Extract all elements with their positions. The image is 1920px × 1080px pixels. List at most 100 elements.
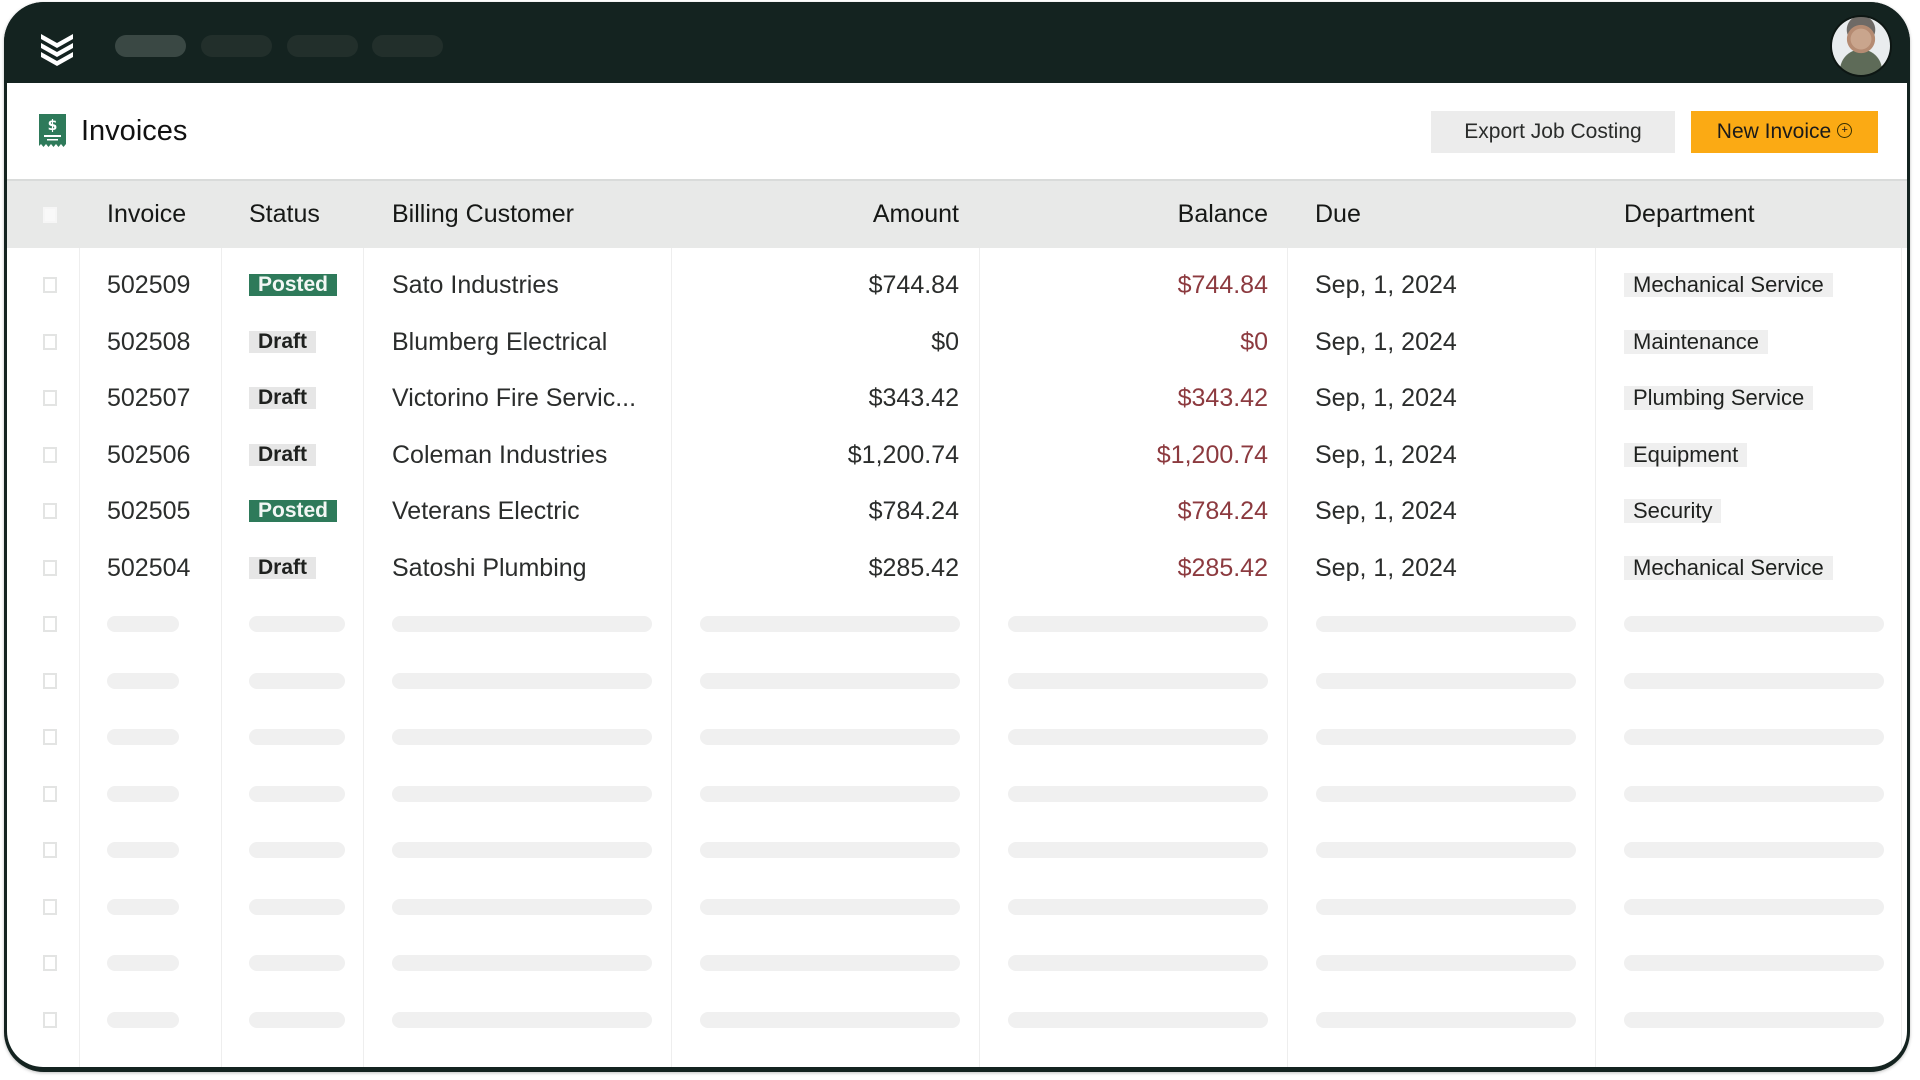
row-checkbox[interactable] bbox=[43, 277, 57, 293]
col-header-invoice[interactable]: Invoice bbox=[107, 181, 186, 248]
skeleton-row bbox=[7, 992, 1907, 1048]
table-row[interactable]: 502508 Draft Blumberg Electrical $0 $0 Sep, 1… bbox=[7, 314, 1907, 370]
invoice-number[interactable]: 502506 bbox=[107, 427, 190, 483]
row-checkbox[interactable] bbox=[43, 955, 57, 971]
department-tag: Plumbing Service bbox=[1624, 386, 1814, 411]
balance: $1,200.74 bbox=[1156, 440, 1268, 469]
department-cell: Mechanical Service bbox=[1624, 540, 1833, 596]
skeleton-placeholder bbox=[392, 729, 652, 745]
balance: $784.24 bbox=[1177, 497, 1268, 525]
status-cell: Posted bbox=[249, 483, 338, 539]
col-header-department[interactable]: Department bbox=[1624, 181, 1755, 248]
row-checkbox[interactable] bbox=[43, 1011, 57, 1028]
status-badge: Draft bbox=[249, 330, 317, 353]
row-checkbox[interactable] bbox=[43, 559, 57, 576]
nav-pill-1[interactable] bbox=[115, 35, 186, 57]
due-date: Sep, 1, 2024 bbox=[1315, 271, 1457, 299]
invoice-number[interactable]: 502504 bbox=[107, 540, 190, 596]
skeleton-row bbox=[7, 653, 1907, 709]
col-header-status[interactable]: Status bbox=[249, 181, 320, 248]
skeleton-placeholder bbox=[1316, 842, 1576, 858]
balance: $744.84 bbox=[1177, 271, 1268, 299]
skeleton-placeholder bbox=[1316, 785, 1576, 802]
row-checkbox[interactable] bbox=[43, 616, 57, 632]
skeleton-placeholder bbox=[1316, 616, 1576, 632]
row-checkbox[interactable] bbox=[43, 785, 57, 802]
billing-customer[interactable]: Blumberg Electrical bbox=[392, 314, 607, 370]
billing-customer[interactable]: Sato Industries bbox=[392, 257, 559, 313]
amount: $744.84 bbox=[868, 271, 959, 299]
skeleton-placeholder bbox=[1316, 729, 1576, 745]
nav-pill-3[interactable] bbox=[287, 35, 358, 57]
select-all-checkbox[interactable] bbox=[43, 207, 57, 223]
col-header-amount[interactable]: Amount bbox=[707, 181, 959, 248]
skeleton-placeholder bbox=[1008, 898, 1268, 915]
col-header-due[interactable]: Due bbox=[1315, 181, 1361, 248]
department-tag: Mechanical Service bbox=[1624, 555, 1833, 580]
export-job-costing-button[interactable]: Export Job Costing bbox=[1431, 111, 1675, 153]
skeleton-placeholder bbox=[392, 672, 652, 689]
top-nav-bar bbox=[4, 2, 1910, 83]
status-badge: Draft bbox=[249, 443, 317, 466]
row-checkbox[interactable] bbox=[43, 333, 57, 350]
nav-pill-2[interactable] bbox=[201, 35, 272, 57]
row-checkbox[interactable] bbox=[43, 898, 57, 915]
row-checkbox[interactable] bbox=[43, 390, 57, 406]
col-header-billing-customer[interactable]: Billing Customer bbox=[392, 181, 574, 248]
status-badge: Posted bbox=[249, 274, 338, 297]
table-row[interactable]: 502507 Draft Victorino Fire Servic... $343.… bbox=[7, 370, 1907, 426]
table-row[interactable]: 502504 Draft Satoshi Plumbing $285.42 $285.4… bbox=[7, 540, 1907, 596]
amount: $1,200.74 bbox=[847, 440, 959, 469]
skeleton-placeholder bbox=[1624, 672, 1884, 689]
status-badge: Draft bbox=[249, 387, 317, 410]
new-invoice-button[interactable]: New Invoice + bbox=[1691, 111, 1878, 153]
invoice-number[interactable]: 502505 bbox=[107, 483, 190, 539]
due-date: Sep, 1, 2024 bbox=[1315, 384, 1457, 412]
user-avatar[interactable] bbox=[1832, 17, 1890, 75]
skeleton-placeholder bbox=[1316, 672, 1576, 689]
skeleton-placeholder bbox=[107, 616, 179, 632]
status-cell: Posted bbox=[249, 257, 338, 313]
balance: $285.42 bbox=[1177, 553, 1268, 582]
skeleton-placeholder bbox=[1624, 898, 1884, 915]
skeleton-placeholder bbox=[700, 729, 960, 745]
table-row[interactable]: 502505 Posted Veterans Electric $784.24 $784… bbox=[7, 483, 1907, 539]
billing-customer[interactable]: Satoshi Plumbing bbox=[392, 540, 587, 596]
chevron-stack-logo-icon[interactable] bbox=[38, 28, 76, 66]
row-checkbox[interactable] bbox=[43, 842, 57, 858]
invoices-table: Invoice Status Billing Customer Amount B… bbox=[7, 181, 1907, 1067]
col-header-balance[interactable]: Balance bbox=[1017, 181, 1268, 248]
due-date: Sep, 1, 2024 bbox=[1315, 497, 1457, 525]
skeleton-placeholder bbox=[1008, 785, 1268, 802]
skeleton-placeholder bbox=[1624, 616, 1884, 632]
skeleton-placeholder bbox=[1008, 955, 1268, 971]
skeleton-row bbox=[7, 935, 1907, 991]
skeleton-placeholder bbox=[700, 785, 960, 802]
row-checkbox[interactable] bbox=[43, 672, 57, 689]
due-date: Sep, 1, 2024 bbox=[1315, 327, 1457, 356]
svg-text:$: $ bbox=[48, 118, 58, 134]
skeleton-row bbox=[7, 596, 1907, 652]
invoice-number[interactable]: 502509 bbox=[107, 257, 190, 313]
balance: $343.42 bbox=[1177, 384, 1268, 412]
billing-customer[interactable]: Coleman Industries bbox=[392, 427, 607, 483]
skeleton-placeholder bbox=[700, 898, 960, 915]
skeleton-row bbox=[7, 766, 1907, 822]
table-row[interactable]: 502509 Posted Sato Industries $744.84 $744.8… bbox=[7, 257, 1907, 313]
billing-customer[interactable]: Victorino Fire Servic... bbox=[392, 370, 636, 426]
due-date: Sep, 1, 2024 bbox=[1315, 440, 1457, 469]
table-row[interactable]: 502506 Draft Coleman Industries $1,200.74 $1… bbox=[7, 427, 1907, 483]
balance: $0 bbox=[1240, 327, 1268, 356]
status-badge: Draft bbox=[249, 556, 317, 579]
status-cell: Draft bbox=[249, 540, 317, 596]
row-checkbox[interactable] bbox=[43, 503, 57, 519]
row-checkbox[interactable] bbox=[43, 729, 57, 745]
department-cell: Equipment bbox=[1624, 427, 1748, 483]
new-invoice-label: New Invoice bbox=[1716, 120, 1832, 143]
billing-customer[interactable]: Veterans Electric bbox=[392, 483, 580, 539]
row-checkbox[interactable] bbox=[43, 446, 57, 463]
invoice-number[interactable]: 502508 bbox=[107, 314, 190, 370]
invoice-number[interactable]: 502507 bbox=[107, 370, 190, 426]
department-tag: Security bbox=[1624, 499, 1722, 524]
nav-pill-4[interactable] bbox=[372, 35, 443, 57]
